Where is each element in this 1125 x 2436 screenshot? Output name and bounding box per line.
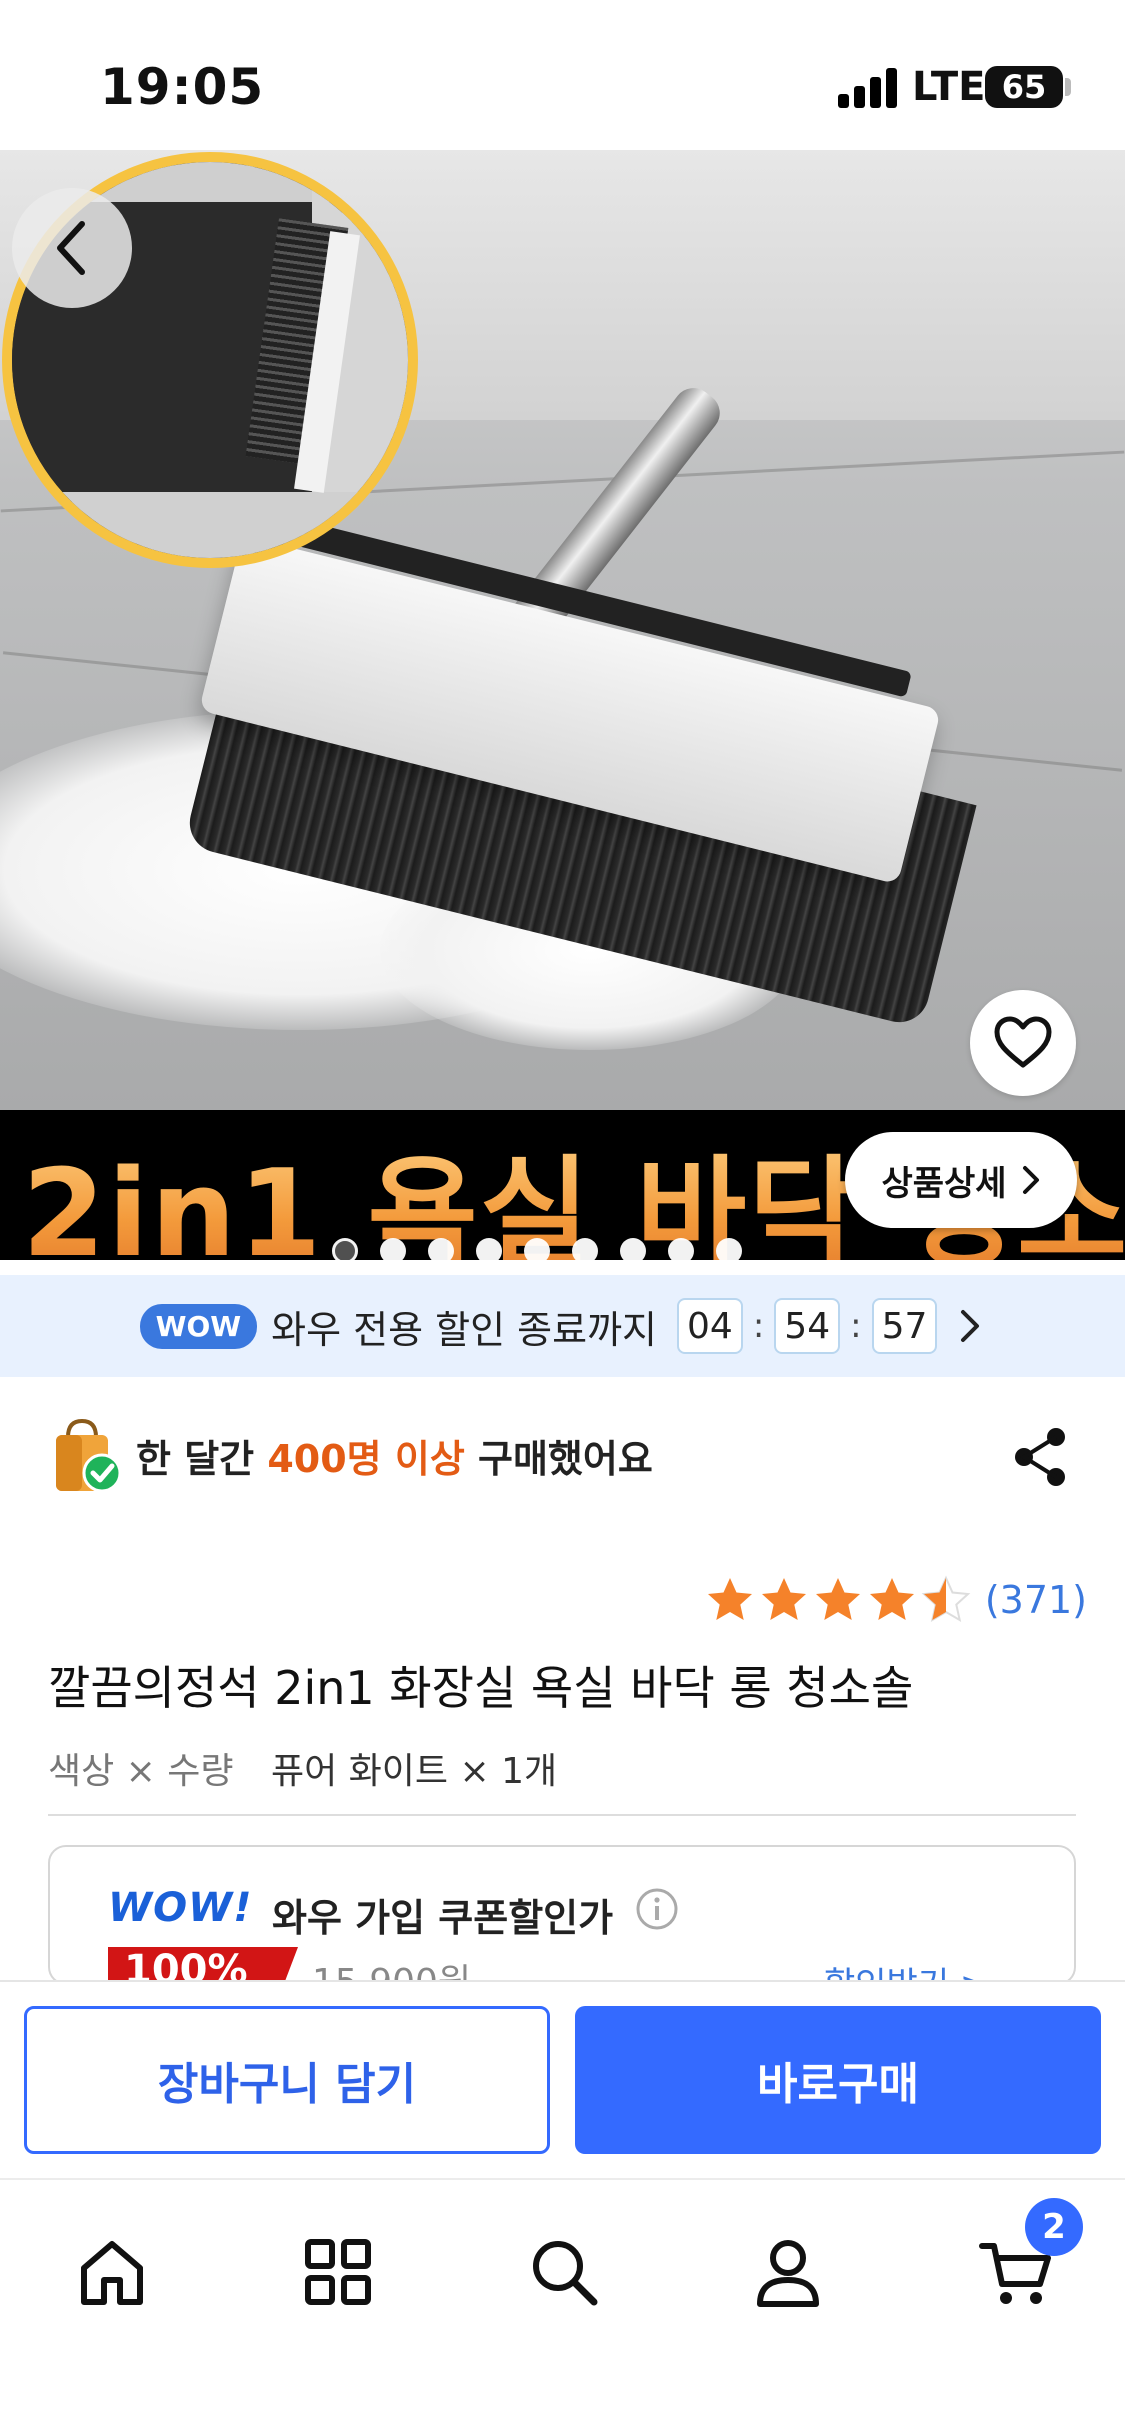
bottom-navigation <box>0 2178 1125 2436</box>
star-half-icon <box>921 1575 971 1623</box>
status-bar: 19:05 LTE 65 <box>0 0 1125 150</box>
status-time: 19:05 <box>100 58 265 116</box>
product-rating[interactable]: (371) <box>705 1575 1087 1625</box>
option-label: 색상 × 수량 <box>48 1751 234 1792</box>
star-full-icon <box>815 1578 860 1620</box>
categories-icon[interactable] <box>298 2232 378 2312</box>
purchase-action-bar: 장바구니 담기 바로구매 <box>0 1980 1125 2178</box>
product-photo <box>0 150 1125 1110</box>
my-account-icon[interactable] <box>748 2232 828 2312</box>
coupon-label: 와우 가입 쿠폰할인가 <box>272 1896 614 1940</box>
heart-icon <box>994 1016 1052 1068</box>
back-button[interactable] <box>12 188 132 308</box>
product-detail-label: 상품상세 <box>881 1163 1007 1204</box>
product-detail-button[interactable]: 상품상세 <box>845 1132 1077 1228</box>
share-icon[interactable] <box>1010 1425 1074 1489</box>
carousel-dot[interactable] <box>476 1238 502 1260</box>
search-icon[interactable] <box>524 2232 604 2312</box>
signal-icon <box>838 66 900 108</box>
carousel-indicators <box>332 1238 742 1260</box>
star-full-icon <box>761 1578 806 1620</box>
info-icon[interactable] <box>635 1887 679 1931</box>
product-title: 깔끔의정석 2in1 화장실 욕실 바닥 롱 청소솔 <box>48 1661 914 1715</box>
wow-timer-text: 와우 전용 할인 종료까지 <box>271 1307 658 1352</box>
carousel-dot[interactable] <box>716 1238 742 1260</box>
star-full-icon <box>707 1578 752 1620</box>
carousel-dot[interactable] <box>620 1238 646 1260</box>
purchase-count-info: 한 달간 400명 이상 구매했어요 <box>50 1410 653 1500</box>
divider <box>48 1814 1076 1816</box>
carousel-dot[interactable] <box>524 1238 550 1260</box>
buy-now-button[interactable]: 바로구매 <box>575 2006 1101 2154</box>
timer-hours: 04 <box>677 1298 743 1354</box>
wow-discount-timer[interactable]: WOW 와우 전용 할인 종료까지 04 : 54 : 57 <box>0 1275 1125 1377</box>
network-type: LTE <box>912 64 986 110</box>
purchase-prefix: 한 달간 <box>136 1436 268 1481</box>
carousel-dot[interactable] <box>332 1238 358 1260</box>
rating-stars <box>705 1575 971 1625</box>
timer-seconds: 57 <box>871 1298 938 1354</box>
carousel-dot[interactable] <box>428 1238 454 1260</box>
star-full-icon <box>869 1578 914 1620</box>
review-count[interactable]: (371) <box>985 1578 1087 1622</box>
wow-coupon-card[interactable]: WOW! 와우 가입 쿠폰할인가 100% 15,900원 할인받기 > <box>48 1845 1076 1985</box>
chevron-left-icon <box>57 221 85 275</box>
cart-count-badge: 2 <box>1025 2198 1083 2256</box>
timer-colon: : <box>850 1306 862 1346</box>
inset-foam <box>12 492 408 558</box>
battery-level: 65 <box>1001 68 1047 106</box>
carousel-dot[interactable] <box>380 1238 406 1260</box>
chevron-right-icon <box>1022 1166 1039 1194</box>
shopping-bag-check-icon <box>50 1415 122 1495</box>
purchase-highlight: 400명 이상 <box>267 1436 465 1481</box>
carousel-dot[interactable] <box>668 1238 694 1260</box>
wishlist-button[interactable] <box>970 990 1076 1096</box>
product-image-carousel[interactable]: 2in1 욕실 바닥 청소솔 상품상세 <box>0 150 1125 1260</box>
add-to-cart-button[interactable]: 장바구니 담기 <box>24 2006 550 2154</box>
timer-colon: : <box>752 1306 765 1346</box>
option-value: 퓨어 화이트 × 1개 <box>270 1751 558 1792</box>
selected-option[interactable]: 색상 × 수량 퓨어 화이트 × 1개 <box>48 1742 557 1794</box>
timer-minutes: 54 <box>774 1298 841 1354</box>
home-icon[interactable] <box>72 2232 152 2312</box>
battery-tip <box>1065 78 1071 96</box>
carousel-dot[interactable] <box>572 1238 598 1260</box>
wow-badge: WOW <box>139 1303 258 1349</box>
purchase-suffix: 구매했어요 <box>464 1436 653 1481</box>
purchase-count-text: 한 달간 400명 이상 구매했어요 <box>136 1428 653 1483</box>
wow-logo: WOW! <box>108 1885 253 1931</box>
chevron-right-icon <box>961 1310 980 1342</box>
battery-icon: 65 <box>985 66 1063 108</box>
